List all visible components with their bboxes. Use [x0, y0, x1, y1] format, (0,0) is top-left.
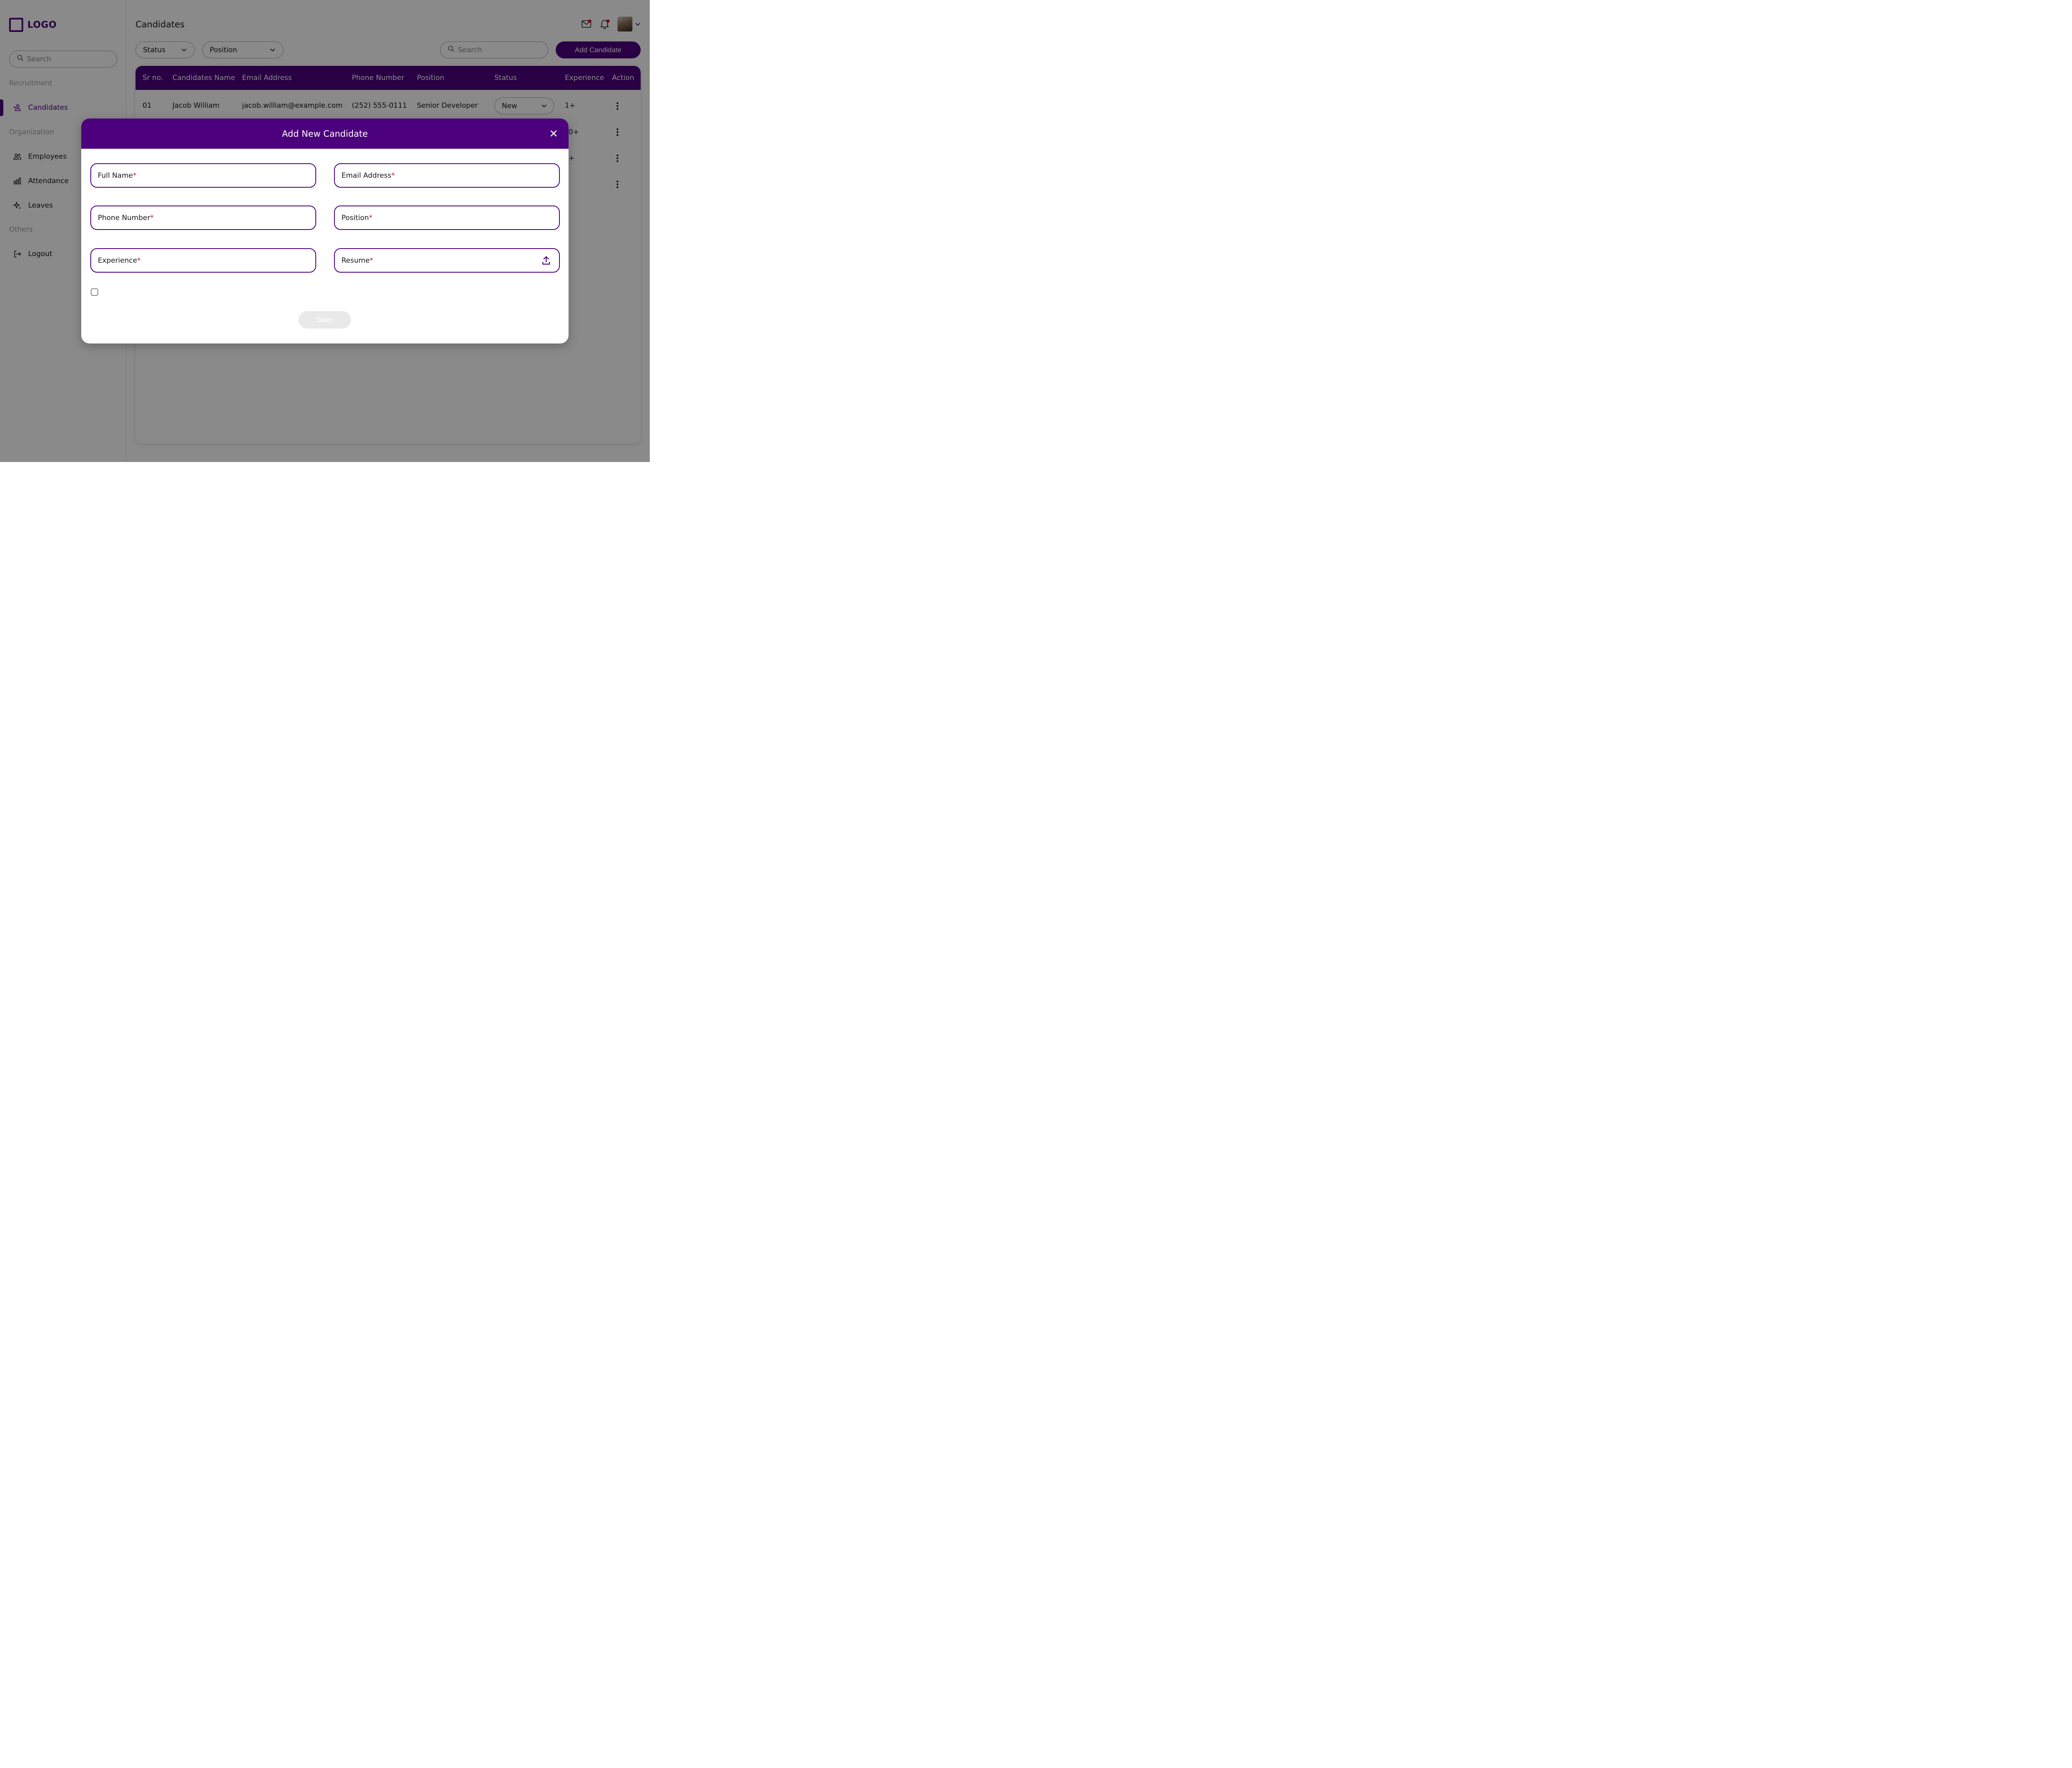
position-field[interactable]: Position * [334, 206, 560, 230]
field-label: Resume [341, 256, 370, 265]
field-label: Position [341, 213, 369, 222]
experience-field[interactable]: Experience * [90, 248, 316, 273]
checkbox[interactable] [91, 288, 98, 296]
modal-title: Add New Candidate [282, 128, 368, 139]
field-label: Phone Number [98, 213, 150, 222]
required-mark: * [391, 171, 395, 180]
required-mark: * [370, 256, 373, 265]
modal-header: Add New Candidate [81, 119, 569, 149]
resume-upload-field[interactable]: Resume * [334, 248, 560, 273]
required-mark: * [150, 213, 154, 222]
upload-icon[interactable] [542, 256, 551, 266]
email-field[interactable]: Email Address * [334, 163, 560, 188]
required-mark: * [137, 256, 141, 265]
field-label: Full Name [98, 171, 133, 180]
full-name-field[interactable]: Full Name * [90, 163, 316, 188]
close-icon[interactable] [549, 128, 559, 138]
field-label: Experience [98, 256, 137, 265]
phone-field[interactable]: Phone Number * [90, 206, 316, 230]
save-button[interactable]: Save [298, 311, 351, 329]
required-mark: * [369, 213, 373, 222]
required-mark: * [133, 171, 137, 180]
field-label: Email Address [341, 171, 392, 180]
add-candidate-modal: Add New Candidate Full Name * Email Addre… [81, 119, 569, 343]
